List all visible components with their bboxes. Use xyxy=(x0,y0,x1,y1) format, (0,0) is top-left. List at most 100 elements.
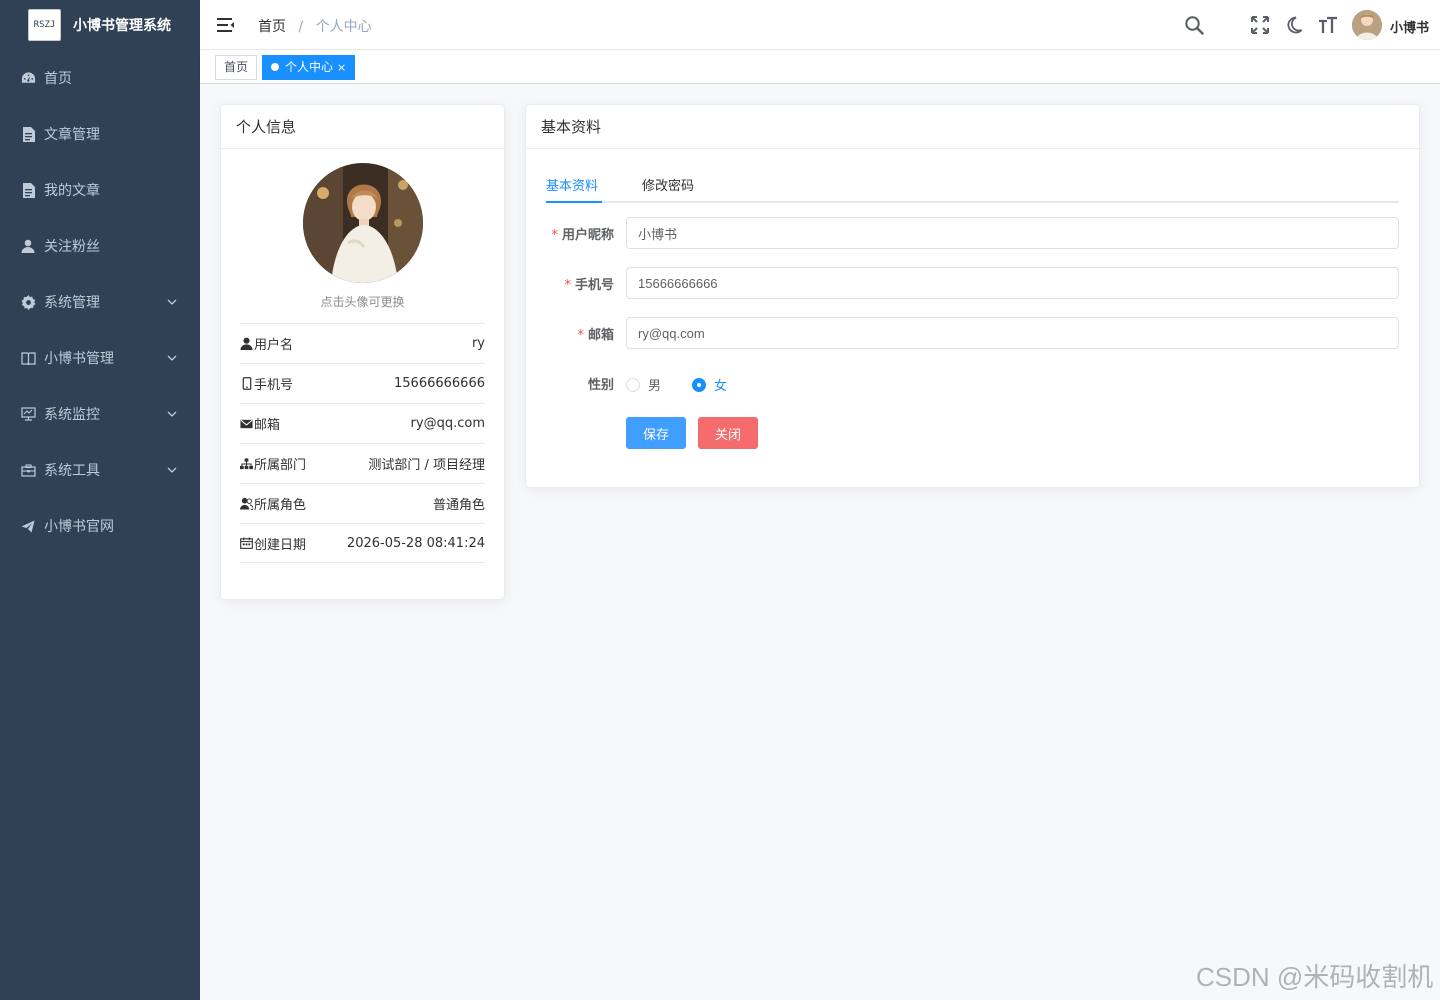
nav-username[interactable]: 小博书 xyxy=(1390,17,1429,36)
sidebar-item-label: 关注粉丝 xyxy=(44,239,100,255)
save-button[interactable]: 保存 xyxy=(626,417,686,449)
user-icon xyxy=(240,337,253,350)
chevron-down-icon xyxy=(167,299,177,305)
chevron-down-icon xyxy=(167,411,177,417)
phone-input[interactable] xyxy=(626,267,1399,299)
info-value: ry@qq.com xyxy=(410,416,485,431)
form-label: * 手机号 xyxy=(564,278,614,293)
active-dot-icon xyxy=(271,63,279,71)
info-label: 邮箱 xyxy=(254,418,281,433)
card-title: 个人信息 xyxy=(221,105,504,149)
logo[interactable]: RSZJ 小博书管理系统 xyxy=(0,0,200,50)
card-title: 基本资料 xyxy=(526,105,1419,149)
date-icon xyxy=(240,537,253,550)
sidebar-item-label: 系统工具 xyxy=(44,463,100,479)
info-row-department: 所属部门 测试部门 / 项目经理 xyxy=(240,443,485,483)
document-icon xyxy=(20,126,36,142)
tags-view: 首页 个人中心 × xyxy=(200,51,1440,84)
sidebar-item-label: 系统监控 xyxy=(44,407,100,423)
send-icon xyxy=(20,518,36,534)
tag-profile[interactable]: 个人中心 × xyxy=(262,55,356,80)
font-size-icon[interactable] xyxy=(1318,15,1338,35)
sidebar-item-my-articles[interactable]: 我的文章 xyxy=(0,162,200,218)
moon-icon[interactable] xyxy=(1284,15,1304,35)
tab-basic-info[interactable]: 基本资料 xyxy=(546,175,598,194)
info-label: 手机号 xyxy=(254,378,294,393)
info-row-phone: 手机号 15666666666 xyxy=(240,363,485,403)
tabs: 基本资料 修改密码 xyxy=(546,165,1399,203)
document-icon xyxy=(20,182,36,198)
radio-circle xyxy=(626,377,640,392)
form-row-nickname: * 用户昵称 xyxy=(526,217,1419,249)
mail-icon xyxy=(240,417,253,430)
sidebar-item-system-tools[interactable]: 系统工具 xyxy=(0,442,200,498)
info-label: 用户名 xyxy=(254,338,294,353)
sidebar-item-xiaoboshu-management[interactable]: 小博书管理 xyxy=(0,330,200,386)
form-row-phone: * 手机号 xyxy=(526,267,1419,299)
close-button[interactable]: 关闭 xyxy=(698,417,758,449)
logo-icon: RSZJ xyxy=(28,9,61,41)
basic-info-card: 基本资料 基本资料 修改密码 *用户昵称 *手机号 *邮箱 性别 男 女 xyxy=(525,104,1420,488)
form-row-email: * 邮箱 xyxy=(526,317,1419,349)
tab-change-password[interactable]: 修改密码 xyxy=(642,175,694,194)
tree-icon xyxy=(240,457,253,470)
radio-circle xyxy=(692,377,706,392)
sidebar-item-label: 系统管理 xyxy=(44,295,100,311)
form-label: * 用户昵称 xyxy=(551,228,614,243)
sidebar-item-label: 文章管理 xyxy=(44,127,100,143)
avatar-tip: 点击头像可更换 xyxy=(320,295,405,309)
info-row-role: 所属角色 普通角色 xyxy=(240,483,485,523)
gear-icon xyxy=(20,294,36,310)
info-value: 2026-05-28 08:41:24 xyxy=(346,535,485,551)
breadcrumb: 首页 / 个人中心 xyxy=(258,16,372,36)
sidebar-item-label: 小博书管理 xyxy=(44,351,114,367)
user-icon xyxy=(20,238,36,254)
sidebar-item-label: 首页 xyxy=(44,71,72,87)
sidebar-item-official-site[interactable]: 小博书官网 xyxy=(0,498,200,554)
profile-card: 个人信息 点击头像可更换 用户名 ry 手机号 15666666666 邮箱 r… xyxy=(220,104,505,600)
sidebar-item-system-management[interactable]: 系统管理 xyxy=(0,274,200,330)
info-value: ry xyxy=(471,336,485,351)
breadcrumb-home[interactable]: 首页 xyxy=(258,19,286,35)
sidebar: RSZJ 小博书管理系统 首页 文章管理 我的文章 关注粉丝 系统管理 小博书管… xyxy=(0,0,200,1000)
radio-female[interactable]: 女 xyxy=(692,375,727,394)
peoples-icon xyxy=(240,497,253,510)
avatar-large[interactable] xyxy=(303,163,423,283)
tab-active-bar xyxy=(546,201,602,203)
chevron-down-icon xyxy=(167,355,177,361)
form-label: * 邮箱 xyxy=(577,328,614,343)
tag-label: 个人中心 xyxy=(285,60,334,74)
sidebar-item-article-management[interactable]: 文章管理 xyxy=(0,106,200,162)
sidebar-item-system-monitor[interactable]: 系统监控 xyxy=(0,386,200,442)
breadcrumb-separator: / xyxy=(298,19,304,35)
info-row-created: 创建日期 2026-05-28 08:41:24 xyxy=(240,523,485,563)
sidebar-item-label: 小博书官网 xyxy=(44,519,114,535)
phone-icon xyxy=(240,377,253,390)
breadcrumb-current: 个人中心 xyxy=(315,19,372,35)
tag-label: 首页 xyxy=(224,60,249,74)
radio-male[interactable]: 男 xyxy=(626,375,661,394)
info-list: 用户名 ry 手机号 15666666666 邮箱 ry@qq.com 所属部门… xyxy=(240,323,485,563)
sidebar-item-home[interactable]: 首页 xyxy=(0,50,200,106)
fullscreen-icon[interactable] xyxy=(1250,15,1270,35)
sidebar-item-followers[interactable]: 关注粉丝 xyxy=(0,218,200,274)
info-row-email: 邮箱 ry@qq.com xyxy=(240,403,485,443)
toolbox-icon xyxy=(20,462,36,478)
hamburger-icon[interactable] xyxy=(216,15,236,35)
email-input[interactable] xyxy=(626,317,1399,349)
close-icon[interactable]: × xyxy=(337,61,346,74)
nickname-input[interactable] xyxy=(626,217,1399,249)
form-label: 性别 xyxy=(587,378,614,393)
search-icon[interactable] xyxy=(1184,15,1204,35)
info-label: 创建日期 xyxy=(254,537,307,553)
info-value: 15666666666 xyxy=(394,376,485,391)
app-title: 小博书管理系统 xyxy=(73,18,171,34)
info-label: 所属角色 xyxy=(254,498,307,513)
tag-home[interactable]: 首页 xyxy=(215,55,258,80)
avatar[interactable] xyxy=(1352,10,1382,40)
chevron-down-icon xyxy=(167,467,177,473)
form-row-gender: 性别 男 女 xyxy=(526,367,1419,399)
info-row-username: 用户名 ry xyxy=(240,323,485,363)
radio-label: 女 xyxy=(714,379,728,394)
sidebar-item-label: 我的文章 xyxy=(44,183,100,199)
